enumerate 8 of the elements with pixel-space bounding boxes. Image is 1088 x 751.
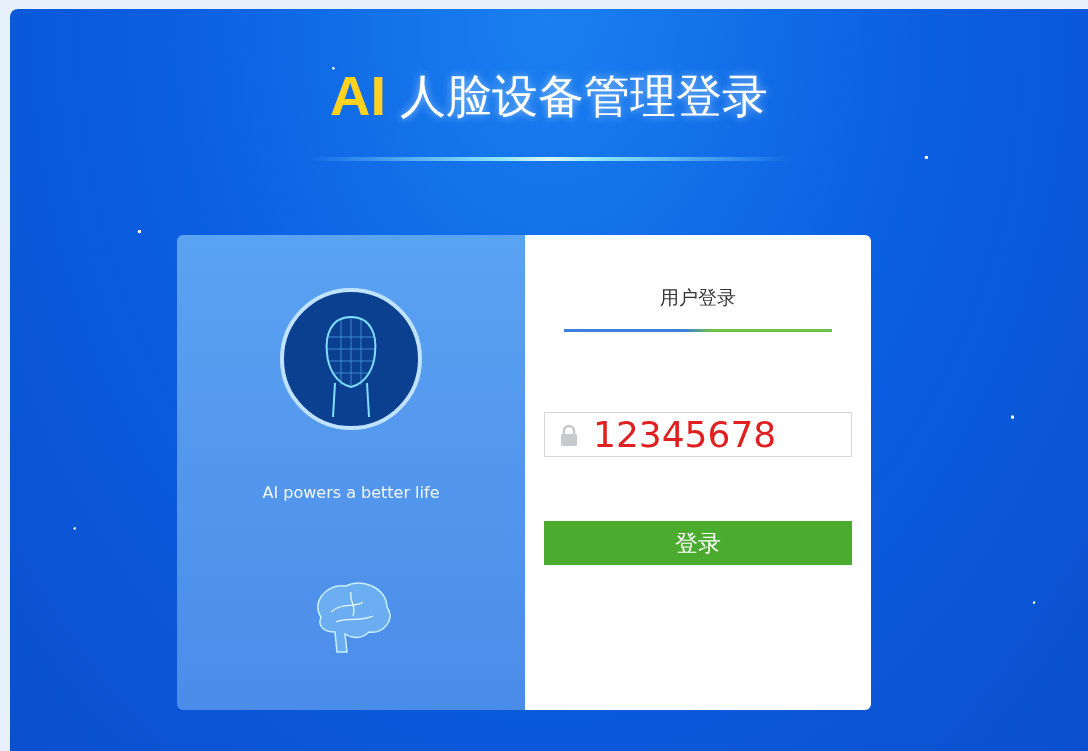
login-button[interactable]: 登录: [544, 521, 852, 565]
page-title: 人脸设备管理登录: [400, 73, 768, 119]
face-scan-icon: [279, 287, 423, 431]
logo-text: AI: [330, 68, 386, 124]
password-field[interactable]: 12345678: [544, 412, 852, 457]
login-heading: 用户登录: [660, 285, 736, 310]
lock-icon: [559, 423, 579, 446]
slogan-text: AI powers a better life: [262, 483, 440, 502]
